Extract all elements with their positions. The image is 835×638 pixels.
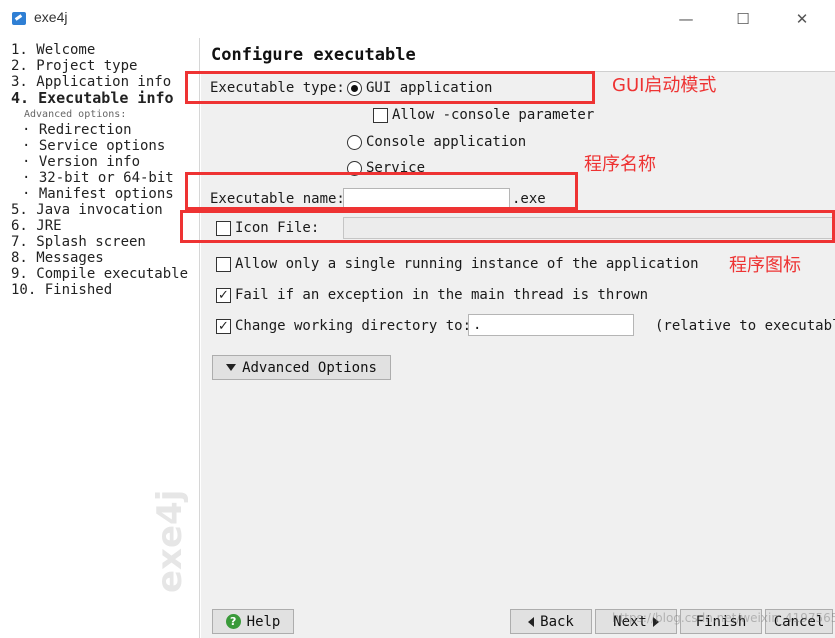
advanced-options-button-label: Advanced Options	[242, 359, 377, 376]
program-icon-annotation-box	[180, 210, 835, 243]
main-panel: Configure executable Executable type: GU…	[201, 38, 835, 638]
page-header: Configure executable	[201, 38, 835, 72]
advanced-options-button[interactable]: Advanced Options	[212, 355, 391, 380]
close-button[interactable]: ✕	[779, 5, 825, 33]
step-welcome[interactable]: 1. Welcome	[11, 42, 95, 58]
program-name-annotation-box	[185, 172, 578, 210]
step-splash-screen[interactable]: 7. Splash screen	[11, 234, 146, 250]
allow-console-checkbox[interactable]	[373, 108, 388, 123]
exe4j-watermark: exe4j	[150, 489, 190, 593]
step-project-type[interactable]: 2. Project type	[11, 58, 137, 74]
maximize-button[interactable]: ☐	[720, 5, 766, 33]
back-button-label: Back	[540, 613, 574, 630]
program-icon-annotation-text: 程序图标	[729, 255, 801, 276]
step-java-invocation[interactable]: 5. Java invocation	[11, 202, 163, 218]
fail-exception-checkbox[interactable]: ✓	[216, 288, 231, 303]
console-application-radio[interactable]	[347, 135, 362, 150]
window-title: exe4j	[34, 9, 68, 25]
help-button-label: Help	[246, 613, 281, 630]
title-bar: exe4j — ☐ ✕	[0, 0, 835, 38]
step-compile-executable[interactable]: 9. Compile executable	[11, 266, 188, 282]
single-instance-checkbox[interactable]	[216, 257, 231, 272]
program-name-annotation-text: 程序名称	[584, 154, 656, 175]
substep-manifest-options[interactable]: · Manifest options	[22, 186, 174, 202]
console-application-label[interactable]: Console application	[366, 134, 526, 150]
single-instance-label[interactable]: Allow only a single running instance of …	[235, 256, 699, 272]
step-jre[interactable]: 6. JRE	[11, 218, 62, 234]
blog-url-watermark: https://blog.csdn.net/weixin_41975655	[612, 611, 835, 625]
minimize-button[interactable]: —	[663, 5, 709, 33]
step-executable-info[interactable]: 4. Executable info	[11, 90, 174, 106]
change-dir-label[interactable]: Change working directory to:	[235, 318, 471, 334]
fail-exception-label[interactable]: Fail if an exception in the main thread …	[235, 287, 648, 303]
working-directory-input[interactable]: .	[468, 314, 634, 336]
arrow-left-icon	[528, 616, 535, 627]
advanced-options-label: Advanced options:	[24, 109, 127, 120]
help-icon: ?	[225, 614, 241, 629]
substep-32-or-64-bit[interactable]: · 32-bit or 64-bit	[22, 170, 174, 186]
relative-note: (relative to executable	[655, 318, 835, 334]
substep-version-info[interactable]: · Version info	[22, 154, 140, 170]
help-button[interactable]: ? Help	[212, 609, 294, 634]
page-title: Configure executable	[211, 45, 416, 65]
triangle-down-icon	[226, 364, 237, 371]
step-messages[interactable]: 8. Messages	[11, 250, 104, 266]
gui-mode-annotation-box	[185, 71, 595, 104]
step-application-info[interactable]: 3. Application info	[11, 74, 171, 90]
change-dir-checkbox[interactable]: ✓	[216, 319, 231, 334]
step-finished[interactable]: 10. Finished	[11, 282, 112, 298]
allow-console-label[interactable]: Allow -console parameter	[392, 107, 594, 123]
exe4j-app-icon	[12, 12, 26, 25]
back-button[interactable]: Back	[510, 609, 592, 634]
substep-redirection[interactable]: · Redirection	[22, 122, 132, 138]
substep-service-options[interactable]: · Service options	[22, 138, 165, 154]
wizard-steps-sidebar: 1. Welcome 2. Project type 3. Applicatio…	[0, 38, 200, 638]
gui-mode-annotation-text: GUI启动模式	[612, 75, 717, 96]
